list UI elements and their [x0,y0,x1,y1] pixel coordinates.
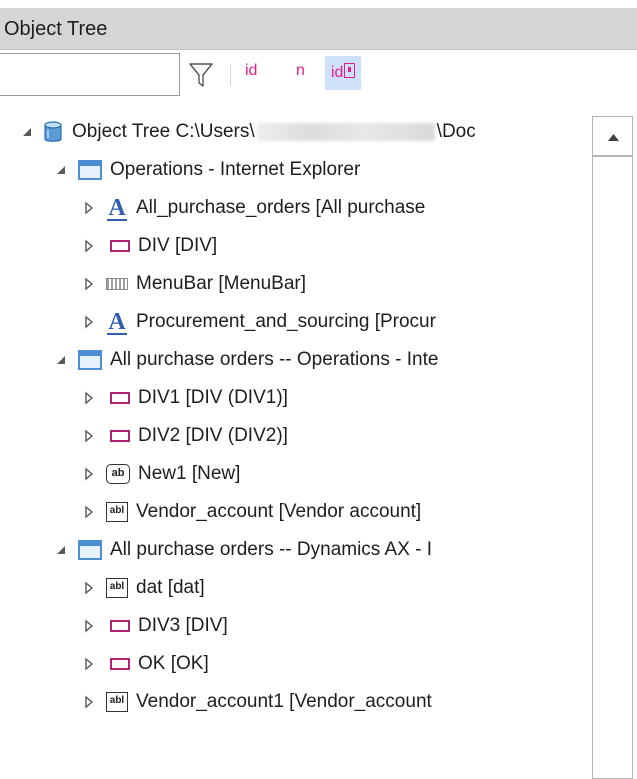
tree-node-label: All_purchase_orders [All purchase [136,197,426,218]
tree-node-label: Procurement_and_sourcing [Procur [136,311,436,332]
chevron-up-icon [608,134,619,141]
div-icon [110,658,130,670]
tree-node[interactable]: abl Vendor_account [Vendor account] [82,492,421,532]
scrollbar-thumb[interactable] [592,156,633,779]
search-input[interactable] [0,53,180,96]
tree-node-label: All purchase orders -- Dynamics AX - I [110,539,433,560]
show-name-button[interactable]: n [296,62,305,80]
tree-node[interactable]: DIV3 [DIV] [82,606,228,646]
expand-arrow-icon[interactable] [82,619,96,633]
expand-arrow-icon[interactable] [82,315,96,329]
expand-arrow-icon[interactable] [82,581,96,595]
vertical-scrollbar[interactable] [592,116,633,779]
tree-root-label-end: \Doc [436,121,476,142]
expand-arrow-icon[interactable] [82,391,96,405]
textbox-abl-icon: abl [106,502,128,522]
tree-node-label: All purchase orders -- Operations - Inte [110,349,439,370]
expand-arrow-icon[interactable] [82,467,96,481]
tree-node[interactable]: A All_purchase_orders [All purchase [82,188,425,228]
anchor-a-icon: A [106,310,128,335]
tree-node[interactable]: All purchase orders -- Dynamics AX - I [54,530,432,570]
tree-node[interactable]: abl Vendor_account1 [Vendor_account [82,682,432,722]
tree-node[interactable]: ab New1 [New] [82,454,240,494]
database-icon [42,121,64,143]
bracket-icon [344,63,356,78]
tree-node[interactable]: DIV [DIV] [82,226,217,266]
redacted-username [256,122,435,141]
window-icon [78,160,102,180]
tree-node-label: Operations - Internet Explorer [110,159,361,180]
tree-node-label: New1 [New] [138,463,241,484]
filter-button[interactable] [188,61,214,89]
textbox-abl-icon: abl [106,692,128,712]
tree-node[interactable]: abl dat [dat] [82,568,205,608]
toolbar: id n id [0,50,637,106]
expand-arrow-icon[interactable] [82,239,96,253]
tree-node[interactable]: All purchase orders -- Operations - Inte [54,340,438,380]
tree-node[interactable]: DIV1 [DIV (DIV1)] [82,378,288,418]
tree-node[interactable]: MenuBar [MenuBar] [82,264,306,304]
div-icon [110,430,130,442]
tree-node-label: MenuBar [MenuBar] [136,273,307,294]
anchor-a-icon: A [106,196,128,221]
tree-root-node[interactable]: Object Tree C:\Users\ \Doc [20,112,476,152]
tree-node-label: Vendor_account1 [Vendor_account [136,691,432,712]
show-id-button[interactable]: id [245,62,257,80]
div-icon [110,392,130,404]
toolbar-divider [230,64,231,86]
tree-node[interactable]: OK [OK] [82,644,209,684]
tree-node[interactable]: DIV2 [DIV (DIV2)] [82,416,288,456]
scroll-up-button[interactable] [592,116,633,156]
tree-node-label: DIV [DIV] [138,235,218,256]
expand-arrow-icon[interactable] [82,657,96,671]
expand-arrow-icon[interactable] [82,695,96,709]
expand-arrow-icon[interactable] [82,277,96,291]
collapse-arrow-icon[interactable] [54,163,68,177]
tree-node-label: dat [dat] [136,577,205,598]
window-icon [78,540,102,560]
panel-title: Object Tree [4,18,108,40]
collapse-arrow-icon[interactable] [54,543,68,557]
expand-arrow-icon[interactable] [82,429,96,443]
tree-root-label: Object Tree C:\Users\ \Doc [72,121,476,143]
tree-node[interactable]: A Procurement_and_sourcing [Procur [82,302,436,342]
show-id-alt-label: id [331,64,344,81]
tree-node-label: DIV2 [DIV (DIV2)] [138,425,288,446]
expand-arrow-icon[interactable] [82,201,96,215]
tree-node-label: Vendor_account [Vendor account] [136,501,422,522]
tree-node-label: DIV3 [DIV] [138,615,228,636]
menubar-icon [106,278,128,290]
object-tree: Object Tree C:\Users\ \Doc Operations - I… [0,110,590,750]
tree-node-label: OK [OK] [138,653,209,674]
window-icon [78,350,102,370]
panel-title-bar: Object Tree [0,8,637,50]
tree-root-label-start: Object Tree C:\Users\ [72,121,255,142]
collapse-arrow-icon[interactable] [54,353,68,367]
expand-arrow-icon[interactable] [82,505,96,519]
filter-icon [189,63,213,87]
button-ab-icon: ab [106,464,130,484]
textbox-abl-icon: abl [106,578,128,598]
collapse-arrow-icon[interactable] [20,125,34,139]
top-strip [0,0,637,8]
tree-node[interactable]: Operations - Internet Explorer [54,150,360,190]
tree-node-label: DIV1 [DIV (DIV1)] [138,387,288,408]
div-icon [110,620,130,632]
show-id-alt-button[interactable]: id [325,56,362,90]
div-icon [110,240,130,252]
